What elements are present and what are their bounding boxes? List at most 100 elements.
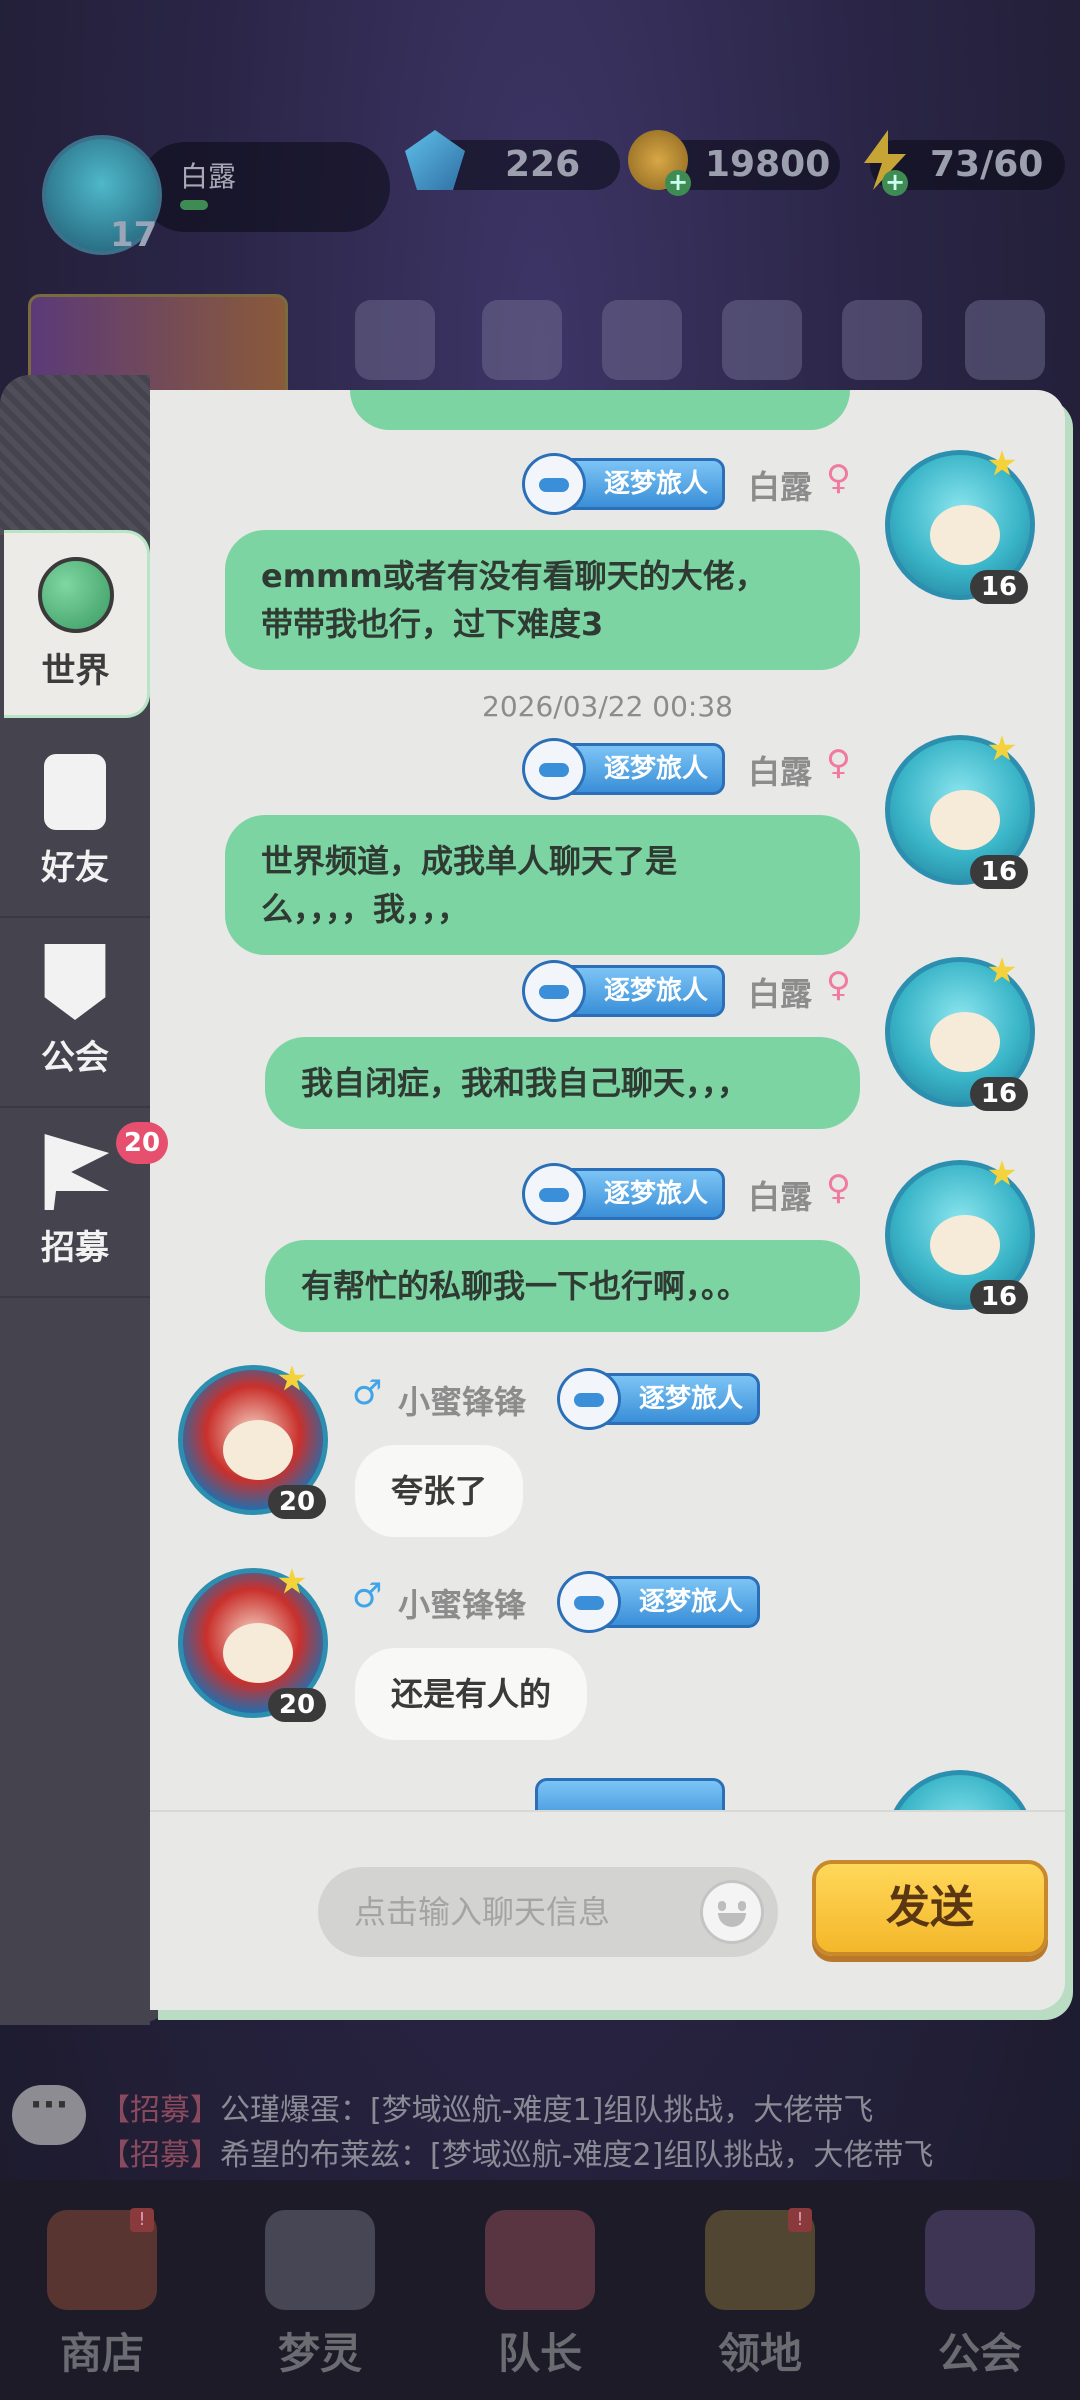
mascot-icon [522,453,586,515]
avatar [885,1770,1035,1810]
ticker-tag: 【招募】 [100,2093,220,2128]
avatar-level: 16 [970,1280,1028,1314]
title-badge-label: 逐梦旅人 [638,1587,743,1617]
title-badge: 逐梦旅人 [522,960,725,1022]
ticker-line: 【招募】公瑾爆蛋：[梦域巡航-难度1]组队挑战，大佬带飞 [100,2085,873,2129]
nav-label: 公会 [937,2329,1022,2378]
avatar-face [930,505,1000,565]
male-icon: ♂ [352,1576,383,1616]
chat-panel: 逐梦旅人 白露 ♀ 16 emmm或者有没有看聊天的大佬， 带带我也行，过下难度… [150,390,1065,2010]
mascot-icon [557,1571,621,1633]
message-text-line: 还是有人的 [391,1675,552,1713]
guild-shield-icon [44,944,106,1020]
menu-icon-dream [842,300,922,380]
captain-icon [485,2210,595,2310]
title-badge-label: 逐梦旅人 [603,469,708,499]
avatar-level: 20 [268,1688,326,1722]
tab-guild[interactable]: 公会 [0,920,150,1108]
tab-label: 公会 [41,1038,109,1078]
message-text-line: 夸张了 [391,1472,488,1510]
message-list[interactable]: 逐梦旅人 白露 ♀ 16 emmm或者有没有看聊天的大佬， 带带我也行，过下难度… [150,390,1065,1810]
title-badge: 逐梦旅人 [522,738,725,800]
add-energy-icon: + [882,170,908,196]
tab-label: 世界 [41,651,110,691]
rail-pattern [0,375,150,535]
message-text-line: 带带我也行，过下难度3 [261,605,604,643]
avatar-face [930,790,1000,850]
unread-badge: 20 [116,1122,168,1164]
nav-label: 队长 [497,2329,582,2378]
female-icon: ♀ [826,965,851,1005]
title-badge: 逐梦旅人 [557,1571,760,1633]
tab-label: 好友 [41,848,109,888]
username: 白露 [748,468,813,506]
avatar-level: 16 [970,855,1028,889]
ticker-tag: 【招募】 [100,2138,220,2173]
gem-value: 226 [505,144,581,185]
nav-guild: 公会 [900,2180,1060,2400]
ticker-line: 【招募】希望的布莱兹：[梦域巡航-难度2]组队挑战，大佬带飞 [100,2130,933,2174]
nav-captain: 队长 [460,2180,620,2400]
message-text-line: 世界频道，成我单人聊天了是 [261,842,678,880]
tab-recruit[interactable]: 招募 20 [0,1110,168,1298]
avatar-face [223,1623,293,1683]
message-bubble[interactable]: 有帮忙的私聊我一下也行啊，。。 [265,1240,860,1332]
menu-icon-gift [355,300,435,380]
message-text-line: emmm或者有没有看聊天的大佬， [261,557,767,595]
send-button[interactable]: 发送 [812,1860,1048,1956]
menu-icon-welfare [722,300,802,380]
emoji-icon[interactable] [700,1880,764,1944]
nav-dreamspirit: 梦灵 [240,2180,400,2400]
tab-label: 招募 [41,1228,109,1268]
female-icon: ♀ [826,1168,851,1208]
mascot-icon [557,1368,621,1430]
title-badge-label: 逐梦旅人 [603,1179,708,1209]
chat-input-bar: 发送 [150,1810,1065,2010]
chat-bubble-icon: ··· [12,2085,86,2145]
mascot-icon [522,1163,586,1225]
username: 白露 [748,753,813,791]
menu-icon-task [965,300,1045,380]
message-bubble[interactable]: emmm或者有没有看聊天的大佬， 带带我也行，过下难度3 [225,530,860,670]
username: 小蜜锋锋 [398,1383,527,1421]
message-bubble[interactable]: 夸张了 [355,1445,524,1537]
username: 小蜜锋锋 [398,1586,527,1624]
avatar-level: 20 [268,1485,326,1519]
message-bubble-partial [350,390,850,430]
title-badge-label: 逐梦旅人 [638,1384,743,1414]
message-bubble[interactable]: 世界频道，成我单人聊天了是 么，，，，我，，， [225,815,860,955]
mascot-icon [522,738,586,800]
notification-dot: ! [130,2208,154,2232]
timestamp: 2026/03/22 00:38 [482,690,733,723]
player-name-pill [140,142,390,232]
title-badge: 逐梦旅人 [522,453,725,515]
add-coin-icon: + [665,170,691,196]
ticker-text: 希望的布莱兹：[梦域巡航-难度2]组队挑战，大佬带飞 [220,2138,934,2173]
avatar-level: 16 [970,570,1028,604]
tab-friends[interactable]: 好友 [0,730,150,918]
energy-value: 73/60 [930,144,1044,185]
globe-icon [37,557,114,633]
male-icon: ♂ [352,1373,383,1413]
title-badge: 逐梦旅人 [557,1368,760,1430]
title-badge [535,1778,725,1810]
avatar-face [223,1420,293,1480]
nav-label: 商店 [59,2329,144,2378]
title-badge-label: 逐梦旅人 [603,976,708,1006]
ticker-text: 公瑾爆蛋：[梦域巡航-难度1]组队挑战，大佬带飞 [220,2093,874,2128]
flag-icon [44,1134,110,1210]
menu-icon-survey [602,300,682,380]
message-bubble[interactable]: 我自闭症，我和我自己聊天，，， [265,1037,860,1129]
tab-world[interactable]: 世界 [4,530,150,718]
title-badge-label: 逐梦旅人 [603,754,708,784]
menu-icon-blindbox [482,300,562,380]
username: 白露 [748,975,813,1013]
nav-shop: 商店 ! [22,2180,182,2400]
avatar-face [930,1012,1000,1072]
username: 白露 [748,1178,813,1216]
nav-label: 领地 [717,2329,802,2378]
title-badge: 逐梦旅人 [522,1163,725,1225]
message-bubble[interactable]: 还是有人的 [355,1648,588,1740]
female-icon: ♀ [826,743,851,783]
message-text-line: 有帮忙的私聊我一下也行啊，。。 [301,1267,750,1305]
